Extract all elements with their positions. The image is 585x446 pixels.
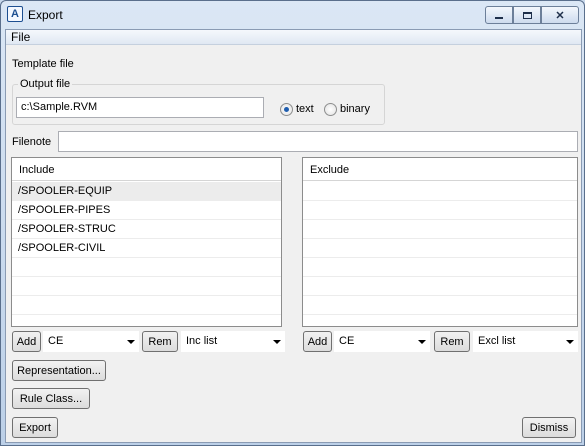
list-item [303,201,577,220]
dismiss-button[interactable]: Dismiss [522,417,576,438]
list-item [303,182,577,201]
minimize-icon [495,17,503,19]
app-logo-icon[interactable]: A [7,6,23,22]
list-item[interactable]: /SPOOLER-EQUIP [12,182,281,201]
title-bar[interactable]: A Export ✕ [1,1,584,29]
export-window: A Export ✕ File Template file Output fil… [0,0,585,446]
window-title: Export [28,8,63,22]
list-item [303,277,577,296]
list-item[interactable]: /SPOOLER-STRUC [12,220,281,239]
list-item[interactable]: /SPOOLER-PIPES [12,201,281,220]
template-file-label: Template file [12,58,74,70]
include-add-button[interactable]: Add [12,331,41,352]
list-item [303,220,577,239]
exclude-element-combo[interactable]: CE [334,331,430,352]
close-button[interactable]: ✕ [541,6,579,24]
radio-binary[interactable] [324,103,337,116]
maximize-icon [522,11,532,19]
include-element-value: CE [48,335,64,347]
exclude-list-value: Excl list [478,335,516,347]
export-button[interactable]: Export [12,417,58,438]
menu-file[interactable]: File [11,30,30,44]
list-item [12,258,281,277]
include-rem-button[interactable]: Rem [142,331,178,352]
minimize-button[interactable] [485,6,513,24]
exclude-list-combo[interactable]: Excl list [473,331,578,352]
filenote-field[interactable] [58,131,578,152]
list-item [303,239,577,258]
chevron-down-icon [566,340,574,344]
exclude-rem-button[interactable]: Rem [434,331,470,352]
menu-bar: File [6,30,581,45]
include-list[interactable]: Include /SPOOLER-EQUIP /SPOOLER-PIPES /S… [11,157,282,327]
radio-text[interactable] [280,103,293,116]
maximize-button[interactable] [513,6,541,24]
chevron-down-icon [418,340,426,344]
list-item[interactable]: /SPOOLER-CIVIL [12,239,281,258]
rule-class-button[interactable]: Rule Class... [12,388,90,409]
exclude-header: Exclude [303,158,577,181]
exclude-list[interactable]: Exclude [302,157,578,327]
chevron-down-icon [273,340,281,344]
radio-binary-label[interactable]: binary [340,103,370,115]
exclude-element-value: CE [339,335,355,347]
list-item [303,258,577,277]
list-item [12,296,281,315]
include-list-value: Inc list [186,335,218,347]
include-element-combo[interactable]: CE [43,331,139,352]
chevron-down-icon [127,340,135,344]
filenote-label: Filenote [12,136,52,148]
list-item [12,277,281,296]
output-path-field[interactable]: c:\Sample.RVM [16,97,264,118]
representation-button[interactable]: Representation... [12,360,106,381]
include-header: Include [12,158,281,181]
list-item [303,296,577,315]
output-file-label: Output file [18,78,73,90]
exclude-add-button[interactable]: Add [303,331,332,352]
radio-text-label[interactable]: text [296,103,314,115]
include-list-combo[interactable]: Inc list [181,331,285,352]
close-icon: ✕ [555,9,565,22]
dialog-client: File Template file Output file c:\Sample… [5,29,582,443]
